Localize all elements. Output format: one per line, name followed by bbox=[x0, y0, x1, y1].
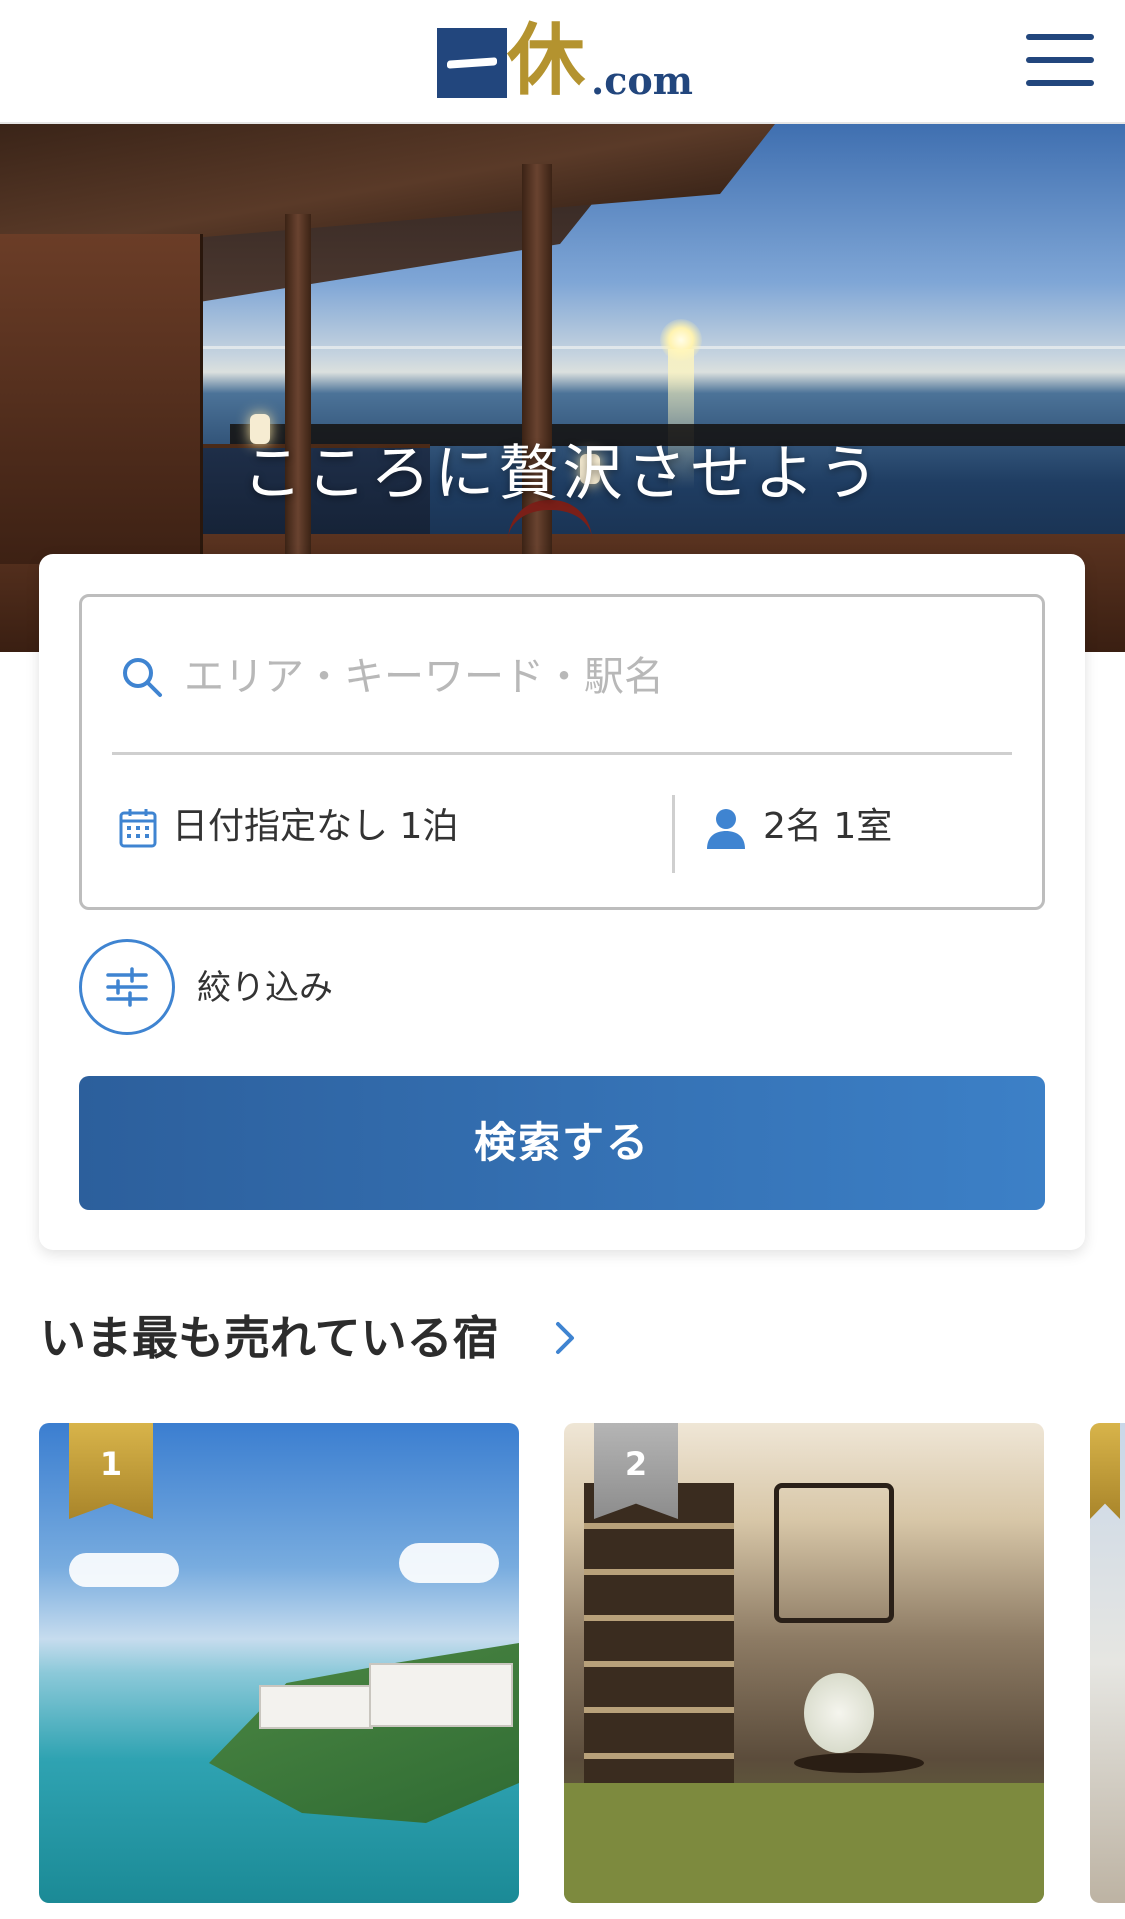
search-card: 日付指定なし 1泊 2名 1室 絞り込み 検索する bbox=[39, 554, 1085, 1250]
logo-suffix: .com bbox=[591, 58, 693, 103]
sliders-icon bbox=[106, 967, 148, 1007]
logo-kanji: 休 bbox=[507, 15, 586, 106]
filter-label[interactable]: 絞り込み bbox=[197, 964, 333, 1012]
pillar bbox=[285, 214, 311, 594]
guest-selector[interactable]: 2名 1室 bbox=[675, 755, 1042, 905]
guests-label: 2名 1室 bbox=[763, 806, 893, 847]
lobby-carpet bbox=[564, 1783, 1044, 1903]
search-form: 日付指定なし 1泊 2名 1室 bbox=[79, 594, 1045, 910]
search-button[interactable]: 検索する bbox=[79, 1076, 1045, 1210]
search-icon bbox=[123, 658, 162, 697]
resort-building bbox=[259, 1685, 373, 1729]
ranking-section-title[interactable]: いま最も売れている宿 bbox=[40, 1306, 499, 1370]
rank-badge: 1 bbox=[69, 1423, 153, 1519]
date-label: 日付指定なし 1泊 bbox=[172, 806, 459, 847]
hotel-card-rank-2[interactable]: 2 bbox=[564, 1423, 1044, 1903]
filter-button[interactable] bbox=[79, 939, 175, 1035]
hotel-card-rank-1[interactable]: 1 bbox=[39, 1423, 519, 1903]
resort-building bbox=[369, 1663, 513, 1727]
rank-badge bbox=[1090, 1423, 1120, 1519]
hero-tagline: こころに贅沢させよう bbox=[242, 439, 883, 509]
menu-bar bbox=[1026, 57, 1094, 63]
keyword-row[interactable] bbox=[82, 597, 1042, 752]
chandelier bbox=[774, 1483, 894, 1623]
flower-arrangement bbox=[804, 1673, 874, 1753]
logo-mark bbox=[437, 28, 507, 98]
ikyu-logo[interactable]: 休 .com bbox=[437, 16, 693, 106]
cloud bbox=[69, 1553, 179, 1587]
display-shelf bbox=[584, 1483, 734, 1783]
hamburger-menu-icon[interactable] bbox=[1024, 30, 1096, 92]
lobby-table bbox=[794, 1753, 924, 1773]
person-icon bbox=[707, 809, 745, 849]
wooden-wall bbox=[0, 234, 203, 564]
cloud bbox=[399, 1543, 499, 1583]
keyword-input[interactable] bbox=[182, 641, 986, 713]
calendar-icon bbox=[119, 809, 157, 848]
hotel-card-rank-3[interactable] bbox=[1090, 1423, 1125, 1903]
chevron-right-icon[interactable] bbox=[550, 1318, 580, 1358]
date-selector[interactable]: 日付指定なし 1泊 bbox=[82, 755, 672, 905]
header: 休 .com bbox=[0, 0, 1125, 124]
menu-bar bbox=[1026, 34, 1094, 40]
menu-bar bbox=[1026, 80, 1094, 86]
